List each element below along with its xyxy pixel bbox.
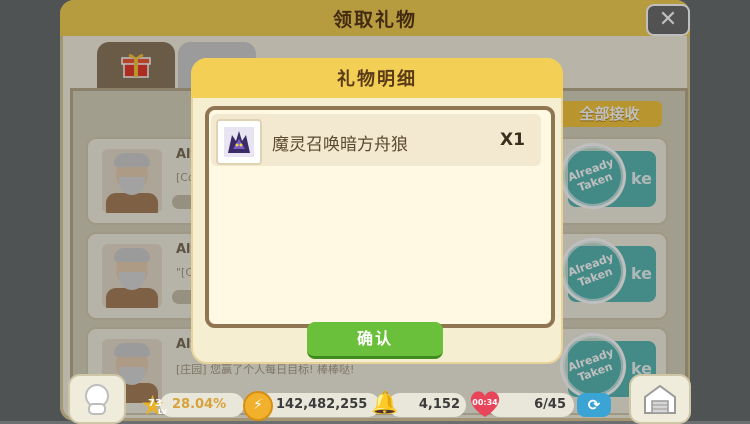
exp-bar: 28.04% [160, 393, 244, 417]
gem-amount: 4,152 [418, 397, 460, 412]
profile-icon [85, 384, 109, 415]
exp-percent: 28.04% [172, 397, 227, 412]
coin-amount: 142,482,255 [276, 397, 368, 412]
coin-icon: ⚡ [243, 391, 273, 421]
gift-item-name: 魔灵召唤暗方舟狼 [272, 135, 408, 155]
refresh-icon: ⟳ [587, 396, 601, 414]
energy-amount: 6/45 [534, 397, 566, 412]
home-icon [644, 384, 676, 414]
dark-wolf-icon [216, 119, 262, 165]
gem-icon: 🔔 [371, 391, 399, 416]
level-tag: LV [158, 408, 167, 416]
confirm-button[interactable]: 确认 [307, 322, 443, 359]
refresh-button[interactable]: ⟳ [577, 393, 611, 417]
home-button[interactable] [629, 374, 691, 424]
modal-title-bar: 礼物明细 [191, 58, 563, 98]
energy-timer: 00:34 [472, 398, 498, 407]
profile-button[interactable] [68, 374, 126, 424]
coin-counter: 142,482,255 [258, 393, 380, 417]
modal-title: 礼物明细 [337, 69, 417, 90]
gift-item-quantity: X1 [500, 130, 525, 150]
